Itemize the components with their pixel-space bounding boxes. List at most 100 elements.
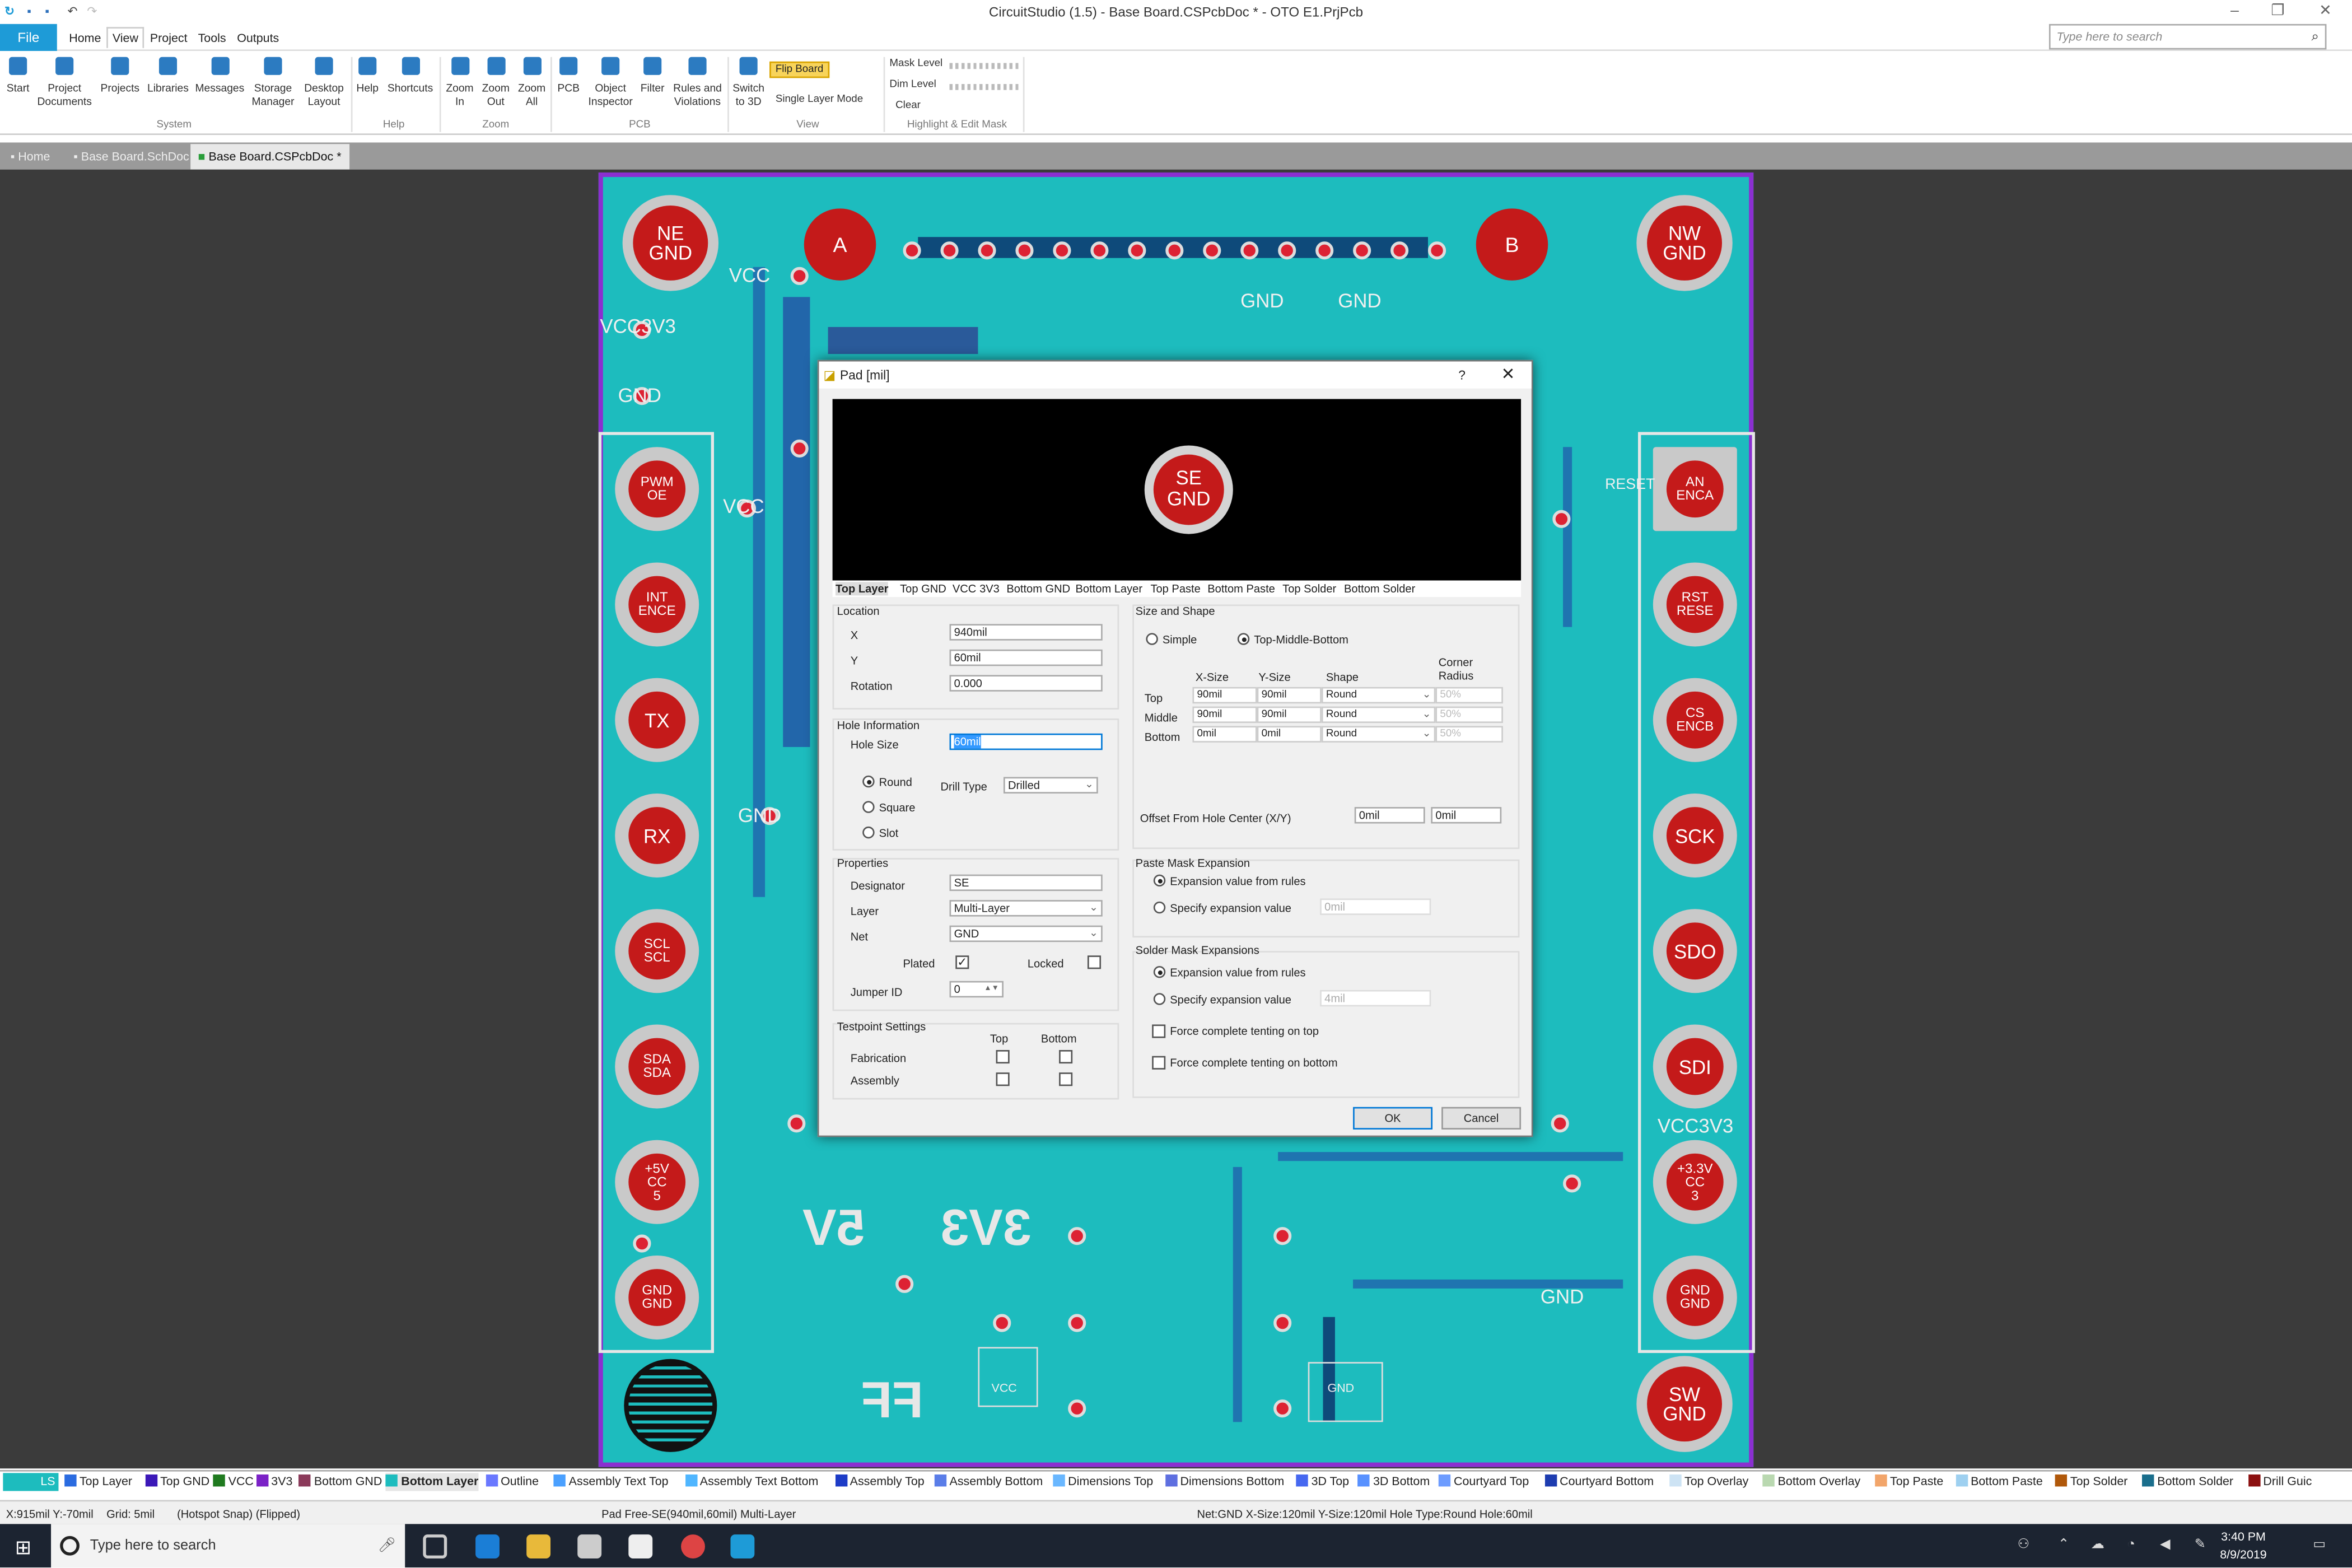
top-xsize[interactable]: 90mil: [1192, 687, 1257, 704]
asm-top-checkbox[interactable]: [996, 1072, 1010, 1086]
edge-icon[interactable]: [475, 1534, 500, 1559]
layer-tab[interactable]: Dimensions Top: [1053, 1473, 1153, 1491]
middle-xsize[interactable]: 90mil: [1192, 706, 1257, 724]
net-select[interactable]: GND ⌄: [949, 925, 1103, 942]
storage-manager-button[interactable]: Storage Manager: [249, 57, 297, 108]
task-view-icon[interactable]: [423, 1534, 447, 1559]
pad-sw-gnd[interactable]: SW GND: [1636, 1356, 1733, 1452]
layer-tab-top-layer[interactable]: Top Layer: [835, 582, 889, 596]
layer-tab[interactable]: 3D Top: [1296, 1473, 1349, 1491]
shortcuts-button[interactable]: Shortcuts: [385, 57, 435, 95]
layer-tab-3v3[interactable]: 3V3: [979, 582, 1000, 595]
layer-tab-bottom-gnd[interactable]: Bottom GND: [1006, 582, 1070, 595]
ok-button[interactable]: OK: [1353, 1107, 1433, 1130]
store-icon[interactable]: [577, 1534, 602, 1559]
solder-specify-radio[interactable]: [1153, 993, 1166, 1005]
taskbar-search[interactable]: Type here to search 🎤︎: [51, 1524, 405, 1568]
plated-checkbox[interactable]: ✓: [955, 955, 969, 969]
locked-checkbox[interactable]: [1087, 955, 1102, 969]
pcb-button[interactable]: PCB: [555, 57, 582, 95]
pad-sda[interactable]: SDA SDA: [615, 1024, 699, 1109]
layer-tab-top-paste[interactable]: Top Paste: [1150, 582, 1200, 595]
onedrive-icon[interactable]: ☁: [2091, 1536, 2104, 1552]
notifications-icon[interactable]: ▭: [2313, 1536, 2326, 1552]
offset-y-field[interactable]: 0mil: [1431, 807, 1502, 824]
bottom-ysize[interactable]: 0mil: [1257, 726, 1322, 743]
fab-bottom-checkbox[interactable]: [1059, 1049, 1073, 1064]
asm-bottom-checkbox[interactable]: [1059, 1072, 1073, 1086]
layer-tab[interactable]: VCC: [213, 1473, 254, 1491]
pad-pwm-oe[interactable]: PWM OE: [615, 447, 699, 531]
minimize-icon[interactable]: –: [2230, 3, 2239, 19]
offset-x-field[interactable]: 0mil: [1354, 807, 1425, 824]
pad-cs[interactable]: CS ENCB: [1653, 678, 1737, 762]
y-field[interactable]: 60mil: [949, 649, 1103, 666]
help-icon[interactable]: ?: [1458, 362, 1466, 389]
close-icon[interactable]: ✕: [1501, 362, 1515, 389]
project-documents-button[interactable]: Project Documents: [33, 57, 96, 108]
tab-home[interactable]: ▪ Home: [3, 144, 58, 170]
hole-size-field[interactable]: 60mil: [949, 733, 1103, 750]
pen-icon[interactable]: ✎: [2195, 1536, 2206, 1552]
pad-nw-gnd[interactable]: NW GND: [1636, 195, 1733, 291]
layer-tab[interactable]: Top GND: [145, 1473, 209, 1491]
bottom-xsize[interactable]: 0mil: [1192, 726, 1257, 743]
pad-sck[interactable]: SCK: [1653, 793, 1737, 878]
middle-shape[interactable]: Round ⌄: [1321, 706, 1436, 724]
menu-home[interactable]: Home: [69, 31, 101, 45]
middle-ysize[interactable]: 90mil: [1257, 706, 1322, 724]
taskbar-clock[interactable]: 3:40 PM 8/9/2019: [2220, 1528, 2266, 1564]
desktop-layout-button[interactable]: Desktop Layout: [300, 57, 348, 108]
tmb-radio[interactable]: [1237, 633, 1250, 645]
layer-tab[interactable]: Assembly Text Top: [553, 1473, 669, 1491]
file-explorer-icon[interactable]: [526, 1534, 551, 1559]
volume-icon[interactable]: ◀: [2160, 1536, 2171, 1552]
windows-start-icon[interactable]: ⊞: [15, 1536, 31, 1560]
pad-gnd-left[interactable]: GND GND: [615, 1255, 699, 1340]
top-shape[interactable]: Round ⌄: [1321, 687, 1436, 704]
cancel-button[interactable]: Cancel: [1441, 1107, 1522, 1130]
layer-tab[interactable]: Dimensions Bottom: [1165, 1473, 1284, 1491]
clear-button[interactable]: Clear: [895, 100, 921, 111]
dim-level-slider[interactable]: [949, 83, 1019, 90]
menu-view[interactable]: View: [106, 27, 144, 48]
pad-ne-gnd[interactable]: NE GND: [622, 195, 719, 291]
pad-3v3[interactable]: +3.3V CC 3: [1653, 1140, 1737, 1224]
bottom-shape[interactable]: Round ⌄: [1321, 726, 1436, 743]
layer-tab[interactable]: Top Overlay: [1669, 1473, 1748, 1491]
zoom-in-button[interactable]: Zoom In: [444, 57, 475, 108]
layer-tab-bottom-solder[interactable]: Bottom Solder: [1344, 582, 1415, 595]
zoom-all-button[interactable]: Zoom All: [516, 57, 547, 108]
tray-chevron-icon[interactable]: ⌃: [2058, 1536, 2069, 1552]
projects-button[interactable]: Projects: [99, 57, 141, 95]
circuitstudio-icon[interactable]: [730, 1534, 755, 1559]
slot-radio[interactable]: [862, 826, 875, 839]
start-button[interactable]: Start: [4, 57, 31, 95]
layer-tab[interactable]: Bottom GND: [299, 1473, 382, 1491]
x-field[interactable]: 940mil: [949, 624, 1103, 641]
pad-b[interactable]: B: [1474, 207, 1550, 282]
layer-tab-vcc[interactable]: VCC: [953, 582, 976, 595]
designator-field[interactable]: SE: [949, 874, 1103, 892]
fab-top-checkbox[interactable]: [996, 1049, 1010, 1064]
layer-tab[interactable]: Top Paste: [1875, 1473, 1943, 1491]
pad-rst[interactable]: RST RESE: [1653, 562, 1737, 647]
layer-tab[interactable]: 3D Bottom: [1358, 1473, 1430, 1491]
pad-sdo[interactable]: SDO: [1653, 909, 1737, 993]
layer-tab[interactable]: Courtyard Bottom: [1544, 1473, 1654, 1491]
rules-violations-button[interactable]: Rules and Violations: [670, 57, 724, 108]
layer-tab[interactable]: Bottom Layer: [386, 1473, 479, 1491]
solder-rules-radio[interactable]: [1153, 965, 1166, 978]
drill-type-select[interactable]: Drilled ⌄: [1003, 777, 1098, 794]
layer-tab[interactable]: Assembly Top: [834, 1473, 925, 1491]
pad-scl[interactable]: SCL SCL: [615, 909, 699, 993]
square-radio[interactable]: [862, 801, 875, 813]
tent-bottom-checkbox[interactable]: [1152, 1056, 1166, 1070]
top-ysize[interactable]: 90mil: [1257, 687, 1322, 704]
pad-an-enca[interactable]: AN ENCA: [1653, 447, 1737, 531]
network-icon[interactable]: ◔: [2127, 1536, 2135, 1551]
mail-icon[interactable]: [628, 1534, 653, 1559]
chrome-icon[interactable]: [681, 1534, 705, 1559]
object-inspector-button[interactable]: Object Inspector: [585, 57, 636, 108]
menu-project[interactable]: Project: [150, 31, 188, 45]
